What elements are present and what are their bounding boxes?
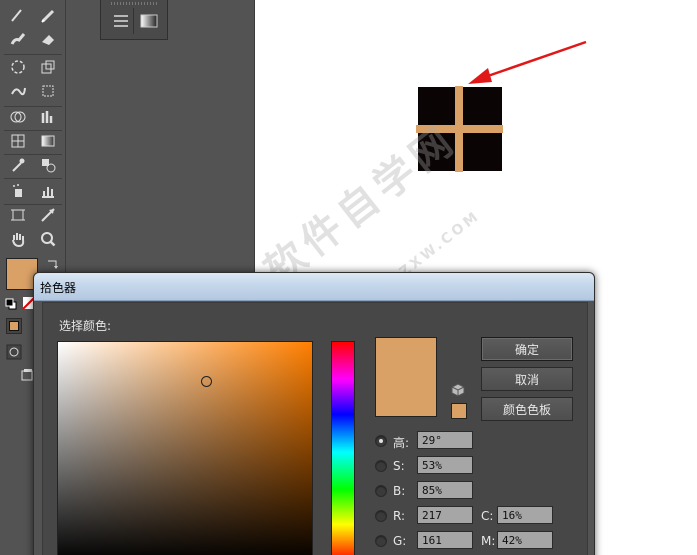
red-label: R: [393, 509, 406, 523]
cube-gamut-warning-icon[interactable] [451, 383, 465, 397]
select-color-label: 选择颜色: [59, 319, 112, 333]
artboard-icon[interactable] [6, 204, 30, 226]
tool-row [4, 130, 64, 154]
color-mode-button[interactable] [6, 318, 22, 334]
tool-row [4, 56, 64, 80]
default-colors-icon[interactable] [5, 298, 17, 310]
color-swatches-button[interactable]: 颜色色板 [481, 397, 573, 421]
dialog-body: 选择颜色: 确定 取消 颜色色板 高: 29° S: 53% B: 85% R: [42, 302, 588, 555]
tool-row [4, 154, 64, 178]
draw-mode-icon[interactable] [6, 344, 22, 360]
ok-button[interactable]: 确定 [481, 337, 573, 361]
warp-icon[interactable] [6, 80, 30, 102]
graph-icon[interactable] [36, 106, 60, 128]
tool-row [4, 228, 64, 252]
cancel-button[interactable]: 取消 [481, 367, 573, 391]
column-graph-icon[interactable] [36, 180, 60, 202]
cyan-input[interactable]: 16% [497, 506, 553, 524]
saturation-input[interactable]: 53% [417, 456, 473, 474]
eyedropper-icon[interactable] [6, 154, 30, 176]
magenta-input[interactable]: 42% [497, 531, 553, 549]
blob-brush-icon[interactable] [6, 28, 30, 50]
brightness-radio[interactable] [375, 485, 387, 497]
magenta-label: M: [481, 534, 496, 548]
hue-radio[interactable] [375, 435, 387, 447]
new-color-preview [375, 337, 437, 417]
shape-builder-icon[interactable] [6, 106, 30, 128]
mesh-icon[interactable] [6, 130, 30, 152]
red-radio[interactable] [375, 510, 387, 522]
pencil-icon[interactable] [36, 4, 60, 26]
hue-input[interactable]: 29° [417, 431, 473, 449]
blend-icon[interactable] [36, 154, 60, 176]
gradient-panel-icon[interactable] [137, 10, 161, 32]
websafe-color-swatch[interactable] [451, 403, 467, 419]
dialog-title: 拾色器 [40, 281, 77, 295]
saturation-radio[interactable] [375, 460, 387, 472]
panel-strip [100, 0, 168, 40]
red-arrow-annotation [468, 40, 587, 84]
gradient-icon[interactable] [36, 130, 60, 152]
free-transform-icon[interactable] [36, 80, 60, 102]
color-picker-circle[interactable] [201, 376, 212, 387]
brush-icon[interactable] [6, 4, 30, 26]
menu-lines-icon[interactable] [109, 10, 133, 32]
scale-icon[interactable] [36, 56, 60, 78]
green-input[interactable]: 161 [417, 531, 473, 549]
hue-slider[interactable] [331, 341, 355, 555]
tool-row [4, 28, 64, 52]
symbol-sprayer-icon[interactable] [6, 180, 30, 202]
tool-row [4, 204, 64, 228]
tool-row [4, 106, 64, 130]
saturation-label: S: [393, 459, 405, 473]
green-label: G: [393, 534, 407, 548]
saturation-brightness-field[interactable] [57, 341, 313, 555]
color-picker-dialog: 拾色器 选择颜色: 确定 取消 颜色色板 高: 29° S: 53% B: 85… [33, 272, 595, 555]
hand-icon[interactable] [6, 228, 30, 250]
rotate-icon[interactable] [6, 56, 30, 78]
swap-fill-stroke-icon[interactable] [46, 258, 60, 270]
red-input[interactable]: 217 [417, 506, 473, 524]
screen-mode-icon[interactable] [20, 368, 34, 382]
brightness-label: B: [393, 484, 406, 498]
zoom-icon[interactable] [36, 228, 60, 250]
slice-icon[interactable] [36, 204, 60, 226]
brightness-input[interactable]: 85% [417, 481, 473, 499]
tool-row [4, 180, 64, 204]
hue-label: 高: [393, 436, 410, 450]
dialog-titlebar[interactable]: 拾色器 [34, 273, 594, 301]
green-radio[interactable] [375, 535, 387, 547]
cyan-label: C: [481, 509, 494, 523]
tool-row [4, 80, 64, 104]
eraser-icon[interactable] [36, 28, 60, 50]
tool-row [4, 4, 64, 28]
panel-grip[interactable] [111, 2, 159, 5]
artwork-cross-horizontal[interactable] [416, 125, 503, 133]
